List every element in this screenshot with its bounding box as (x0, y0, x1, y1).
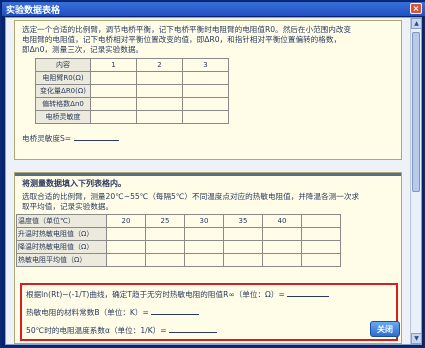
instruction-line: 选定一个合适的比例臂，调节电桥平衡，记下电桥平衡时电阻臂的电阻值R0。然后在小范… (22, 25, 352, 34)
sensitivity-table: 内容 1 2 3 电阻臂R0(Ω) 变化量ΔR0(Ω) 偏转格数Δn0 电桥灵敏… (35, 58, 229, 124)
data-cell-input[interactable] (184, 227, 224, 241)
app-window: 实验数据表格 × 选定一个合适的比例臂，调节电桥平衡，记下电桥平衡时电阻臂的电阻… (0, 0, 425, 348)
row-label: 偏转格数Δn0 (35, 97, 91, 111)
data-cell-input[interactable] (262, 227, 302, 241)
section1-instructions: 选定一个合适的比例臂，调节电桥平衡，记下电桥平衡时电阻臂的电阻值R0。然后在小范… (22, 25, 351, 55)
data-cell-input[interactable] (90, 71, 137, 85)
result-line-b: 热敏电阻的材料常数B（单位：K）= (26, 307, 200, 318)
data-cell-input[interactable] (182, 71, 229, 85)
scroll-up-arrow-icon[interactable]: ▲ (411, 18, 422, 29)
instruction-line: 电阻臂的电阻值，记下电桥相对平衡位置改变的值，即ΔR0，和指针相对平衡位置偏转的… (22, 35, 342, 44)
header-cell: 内容 (35, 58, 91, 72)
data-cell-input[interactable] (90, 84, 137, 98)
thermistor-panel: 将测量数据填入下列表格内。 选取合适的比例臂，测量20℃~55℃（每隔5℃）不同… (14, 172, 402, 344)
table-row: 电阻臂R0(Ω) (35, 71, 229, 85)
data-cell-input[interactable] (301, 227, 341, 241)
data-cell-input[interactable] (301, 253, 341, 267)
data-cell-input[interactable] (184, 253, 224, 267)
table-row: 偏转格数Δn0 (35, 97, 229, 111)
row-label: 升温时热敏电阻值（Ω） (16, 227, 107, 241)
data-cell-input[interactable] (262, 253, 302, 267)
vertical-scrollbar[interactable]: ▲ ▼ (410, 18, 422, 344)
data-cell-input[interactable] (301, 240, 341, 254)
row-label: 电桥灵敏度 (35, 110, 91, 124)
content-scroll-area[interactable]: 选定一个合适的比例臂，调节电桥平衡，记下电桥平衡时电阻臂的电阻值R0。然后在小范… (6, 18, 410, 344)
instruction-line: 取平均值，记录实验数据。 (22, 202, 114, 211)
data-cell-input[interactable] (145, 253, 185, 267)
temperature-header: 35 (223, 214, 263, 228)
result-label: 根据ln(Rt)~(-1/T)曲线，确定T趋于无穷时热敏电阻的阻值R∞（单位：Ω… (26, 290, 285, 299)
scroll-thumb[interactable] (412, 32, 420, 192)
window-client: 选定一个合适的比例臂，调节电桥平衡，记下电桥平衡时电阻臂的电阻值R0。然后在小范… (5, 17, 422, 345)
panel-divider (15, 173, 401, 176)
header-cell: 2 (136, 58, 183, 72)
header-cell: 温度值（单位℃） (16, 214, 107, 228)
result-label: 热敏电阻的材料常数B（单位：K）= (26, 308, 149, 317)
window-title: 实验数据表格 (6, 5, 61, 15)
section2-instructions: 选取合适的比例臂，测量20℃~55℃（每隔5℃）不同温度点对应的热敏电阻值，并降… (22, 192, 359, 212)
header-cell: 1 (90, 58, 137, 72)
temperature-table: 温度值（单位℃） 20 25 30 35 40 升温时热敏电阻值（Ω） 降温时热… (16, 214, 341, 267)
data-cell-input[interactable] (223, 227, 263, 241)
scroll-down-arrow-icon[interactable]: ▼ (411, 333, 422, 344)
data-cell-input[interactable] (136, 110, 183, 124)
table-header-row: 温度值（单位℃） 20 25 30 35 40 (16, 214, 341, 228)
data-cell-input[interactable] (262, 240, 302, 254)
results-highlight-box: 根据ln(Rt)~(-1/T)曲线，确定T趋于无穷时热敏电阻的阻值R∞（单位：Ω… (20, 283, 398, 341)
row-label: 电阻臂R0(Ω) (35, 71, 91, 85)
result-label: 50℃时的电阻温度系数α（单位：1/K）= (26, 326, 167, 335)
instruction-line: 即Δn0，测量三次，记录实验数据。 (22, 45, 144, 54)
table-row: 降温时热敏电阻值（Ω） (16, 240, 341, 254)
data-cell-input[interactable] (223, 253, 263, 267)
temperature-header: 30 (184, 214, 224, 228)
result-line-rinf: 根据ln(Rt)~(-1/T)曲线，确定T趋于无穷时热敏电阻的阻值R∞（单位：Ω… (26, 289, 330, 300)
title-bar[interactable]: 实验数据表格 × (2, 2, 425, 16)
data-cell-input[interactable] (90, 110, 137, 124)
temperature-header: 40 (262, 214, 302, 228)
data-cell-input[interactable] (145, 227, 185, 241)
rinf-input[interactable] (287, 289, 330, 297)
data-cell-input[interactable] (145, 240, 185, 254)
data-cell-input[interactable] (223, 240, 263, 254)
data-cell-input[interactable] (106, 227, 146, 241)
data-cell-input[interactable] (184, 240, 224, 254)
table-row: 热敏电阻平均值（Ω） (16, 253, 341, 267)
data-cell-input[interactable] (182, 110, 229, 124)
result-line-alpha: 50℃时的电阻温度系数α（单位：1/K）= (26, 325, 218, 336)
row-label: 变化量ΔR0(Ω) (35, 84, 91, 98)
temperature-header (301, 214, 341, 228)
bridge-sensitivity-panel: 选定一个合适的比例臂，调节电桥平衡，记下电桥平衡时电阻臂的电阻值R0。然后在小范… (14, 20, 402, 160)
table-header-row: 内容 1 2 3 (35, 58, 229, 72)
temperature-header: 25 (145, 214, 185, 228)
table-row: 升温时热敏电阻值（Ω） (16, 227, 341, 241)
row-label: 降温时热敏电阻值（Ω） (16, 240, 107, 254)
data-cell-input[interactable] (106, 253, 146, 267)
data-cell-input[interactable] (106, 240, 146, 254)
row-label: 热敏电阻平均值（Ω） (16, 253, 107, 267)
temperature-header: 20 (106, 214, 146, 228)
alpha-input[interactable] (169, 325, 218, 333)
data-cell-input[interactable] (136, 97, 183, 111)
close-button[interactable]: 关闭 (370, 321, 400, 337)
section2-heading: 将测量数据填入下列表格内。 (22, 179, 126, 188)
data-cell-input[interactable] (182, 84, 229, 98)
data-cell-input[interactable] (182, 97, 229, 111)
table-row: 电桥灵敏度 (35, 110, 229, 124)
instruction-line: 选取合适的比例臂，测量20℃~55℃（每隔5℃）不同温度点对应的热敏电阻值，并降… (22, 192, 360, 201)
data-cell-input[interactable] (90, 97, 137, 111)
data-cell-input[interactable] (136, 84, 183, 98)
table-row: 变化量ΔR0(Ω) (35, 84, 229, 98)
header-cell: 3 (182, 58, 229, 72)
sensitivity-result: 电桥灵敏度S= (22, 133, 119, 144)
data-cell-input[interactable] (136, 71, 183, 85)
sensitivity-input[interactable] (73, 133, 119, 141)
b-constant-input[interactable] (151, 307, 200, 315)
sensitivity-label: 电桥灵敏度S= (22, 134, 72, 143)
window-close-button[interactable]: × (410, 3, 422, 14)
